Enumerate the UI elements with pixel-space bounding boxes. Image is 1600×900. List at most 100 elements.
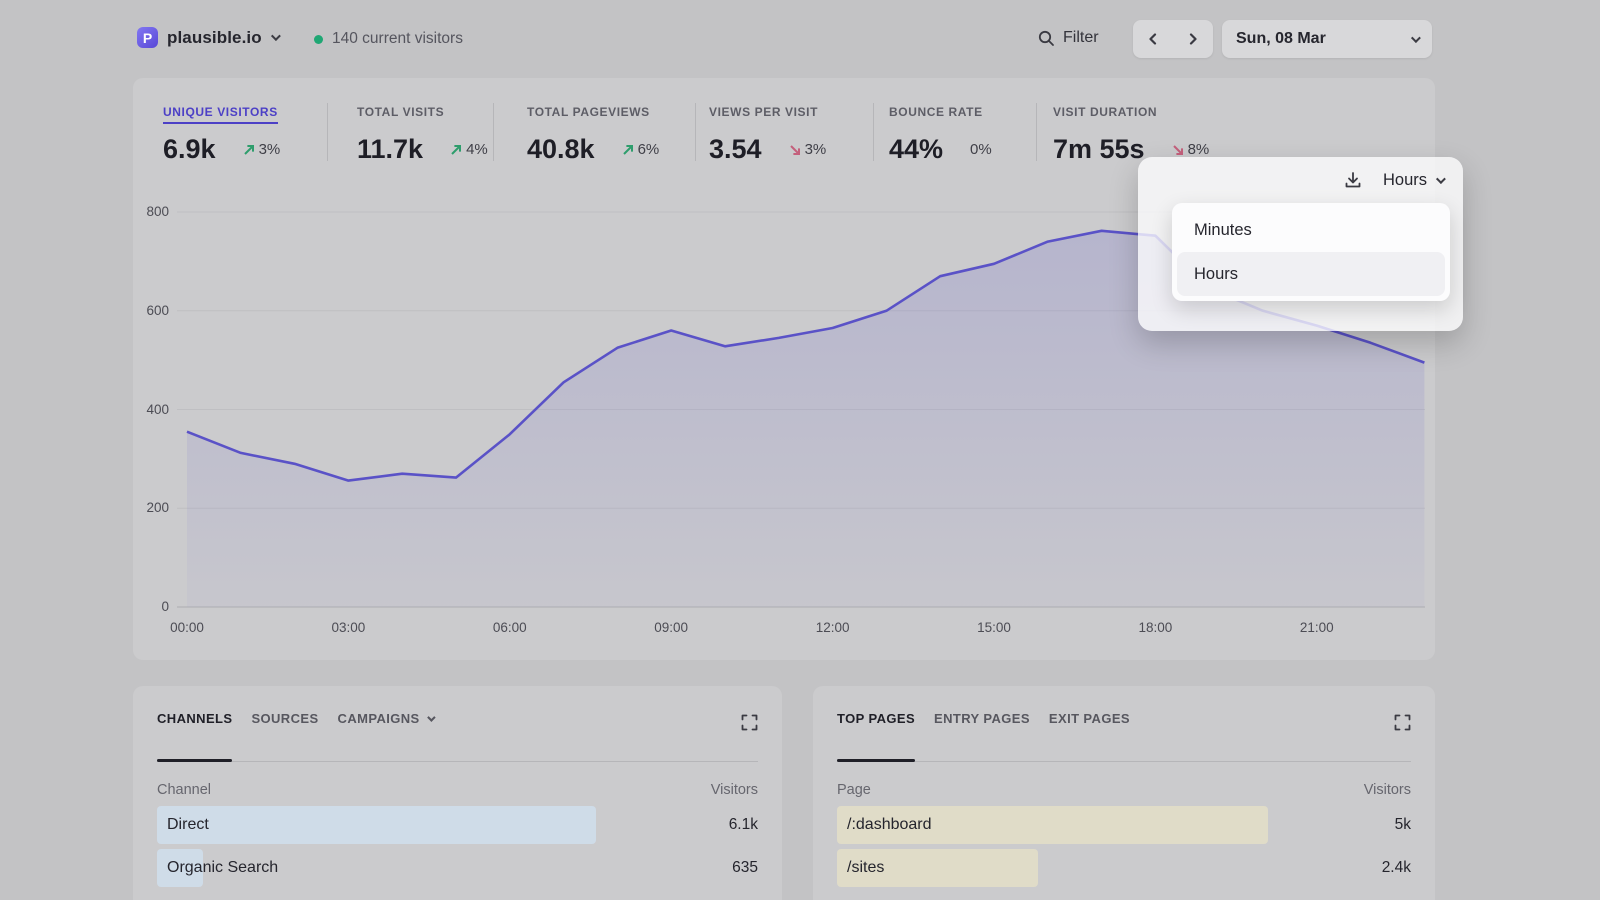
chevron-right-icon bbox=[1187, 33, 1199, 45]
site-name: plausible.io bbox=[167, 28, 262, 48]
stat-value: 3.54 bbox=[709, 134, 762, 165]
tab-campaigns[interactable]: CAMPAIGNS bbox=[338, 711, 433, 726]
stat-visit-duration[interactable]: VISIT DURATION 7m 55s 8% bbox=[1053, 103, 1209, 165]
trend-up-icon bbox=[243, 144, 255, 156]
tab-channels[interactable]: CHANNELS bbox=[157, 711, 232, 726]
x-axis-label: 09:00 bbox=[636, 620, 706, 635]
date-picker[interactable]: Sun, 08 Mar bbox=[1222, 20, 1432, 58]
stat-label: VISIT DURATION bbox=[1053, 105, 1157, 119]
x-axis-label: 18:00 bbox=[1120, 620, 1190, 635]
row-name: Direct bbox=[167, 816, 209, 834]
trend-up-icon bbox=[450, 144, 462, 156]
breakdown-row[interactable]: Organic Search 635 bbox=[157, 849, 758, 887]
row-value: 5k bbox=[1395, 816, 1411, 834]
expand-icon[interactable] bbox=[741, 714, 758, 736]
tabs-divider bbox=[157, 761, 758, 762]
stat-change: 4% bbox=[450, 141, 488, 158]
stat-change: 3% bbox=[243, 141, 281, 158]
stat-divider bbox=[695, 103, 696, 161]
interval-menu: MinutesHours bbox=[1172, 203, 1450, 301]
stat-unique-visitors[interactable]: UNIQUE VISITORS 6.9k 3% bbox=[163, 103, 280, 165]
search-icon bbox=[1038, 30, 1055, 47]
stat-value: 11.7k bbox=[357, 134, 423, 165]
row-name: /:dashboard bbox=[847, 816, 932, 834]
filter-button[interactable]: Filter bbox=[1038, 29, 1099, 47]
interval-option-minutes[interactable]: Minutes bbox=[1177, 208, 1445, 252]
stat-change: 0% bbox=[970, 141, 992, 158]
pages-panel: TOP PAGES ENTRY PAGES EXIT PAGES Page Visi… bbox=[813, 686, 1435, 900]
current-visitors[interactable]: 140 current visitors bbox=[314, 30, 463, 48]
interval-selector[interactable]: Hours bbox=[1383, 171, 1443, 190]
stat-change: 3% bbox=[789, 141, 827, 158]
stat-total-pageviews[interactable]: TOTAL PAGEVIEWS 40.8k 6% bbox=[527, 103, 659, 165]
y-axis-label: 0 bbox=[133, 599, 169, 614]
y-axis-label: 600 bbox=[133, 303, 169, 318]
download-icon[interactable] bbox=[1343, 170, 1363, 190]
row-value: 6.1k bbox=[729, 816, 758, 834]
filter-label: Filter bbox=[1063, 29, 1099, 47]
x-axis-label: 06:00 bbox=[475, 620, 545, 635]
trend-up-icon bbox=[622, 144, 634, 156]
row-name: Organic Search bbox=[167, 859, 278, 877]
stat-label: VIEWS PER VISIT bbox=[709, 105, 818, 119]
row-value: 2.4k bbox=[1382, 859, 1411, 877]
row-value: 635 bbox=[732, 859, 758, 877]
stat-value: 7m 55s bbox=[1053, 134, 1145, 165]
date-nav bbox=[1133, 20, 1213, 58]
stat-total-visits[interactable]: TOTAL VISITS 11.7k 4% bbox=[357, 103, 488, 165]
live-dot-icon bbox=[314, 35, 323, 44]
x-axis-label: 21:00 bbox=[1282, 620, 1352, 635]
row-name: /sites bbox=[847, 859, 884, 877]
y-axis-label: 400 bbox=[133, 402, 169, 417]
x-axis-label: 12:00 bbox=[798, 620, 868, 635]
tabs-divider bbox=[837, 761, 1411, 762]
tab-exit-pages[interactable]: EXIT PAGES bbox=[1049, 711, 1130, 726]
stat-divider bbox=[493, 103, 494, 161]
x-axis-label: 03:00 bbox=[313, 620, 383, 635]
plausible-logo: P bbox=[137, 27, 158, 48]
stat-divider bbox=[1036, 103, 1037, 161]
chevron-left-icon bbox=[1147, 33, 1159, 45]
x-axis-label: 15:00 bbox=[959, 620, 1029, 635]
chevron-down-icon bbox=[427, 713, 435, 721]
channels-panel: CHANNELSSOURCESCAMPAIGNS Channel Visitor… bbox=[133, 686, 782, 900]
column-header: Visitors bbox=[711, 782, 758, 798]
stat-label: UNIQUE VISITORS bbox=[163, 105, 278, 124]
prev-date-button[interactable] bbox=[1133, 20, 1173, 58]
column-header: Page bbox=[837, 782, 871, 798]
stat-label: TOTAL VISITS bbox=[357, 105, 444, 119]
current-visitors-label: 140 current visitors bbox=[332, 30, 463, 48]
site-switcher[interactable]: P plausible.io bbox=[137, 27, 278, 48]
channels-rows: Direct 6.1k Organic Search 635 bbox=[157, 806, 758, 892]
pages-tabs: TOP PAGES ENTRY PAGES EXIT PAGES bbox=[837, 711, 1130, 726]
channels-tabs: CHANNELS SOURCES CAMPAIGNS bbox=[157, 711, 433, 726]
active-tab-underline bbox=[837, 759, 915, 762]
stat-label: TOTAL PAGEVIEWS bbox=[527, 105, 650, 119]
chevron-down-icon bbox=[271, 31, 281, 41]
tab-sources[interactable]: SOURCES bbox=[251, 711, 318, 726]
top-bar: P plausible.io 140 current visitors Filt… bbox=[0, 0, 1600, 78]
next-date-button[interactable] bbox=[1173, 20, 1213, 58]
pages-rows: /:dashboard 5k /sites 2.4k bbox=[837, 806, 1411, 892]
stat-change: 6% bbox=[622, 141, 660, 158]
chevron-down-icon bbox=[1436, 174, 1446, 184]
stat-bounce-rate[interactable]: BOUNCE RATE 44% 0% bbox=[889, 103, 992, 165]
tab-entry-pages[interactable]: ENTRY PAGES bbox=[934, 711, 1030, 726]
stat-label: BOUNCE RATE bbox=[889, 105, 983, 119]
stat-views-per-visit[interactable]: VIEWS PER VISIT 3.54 3% bbox=[709, 103, 826, 165]
tab-top-pages[interactable]: TOP PAGES bbox=[837, 711, 915, 726]
stat-value: 6.9k bbox=[163, 134, 216, 165]
stat-value: 44% bbox=[889, 134, 943, 165]
date-label: Sun, 08 Mar bbox=[1236, 30, 1411, 48]
breakdown-row[interactable]: /sites 2.4k bbox=[837, 849, 1411, 887]
breakdown-row[interactable]: Direct 6.1k bbox=[157, 806, 758, 844]
chevron-down-icon bbox=[1411, 33, 1421, 43]
interval-option-hours[interactable]: Hours bbox=[1177, 252, 1445, 296]
trend-down-icon bbox=[789, 144, 801, 156]
trend-down-icon bbox=[1172, 144, 1184, 156]
expand-icon[interactable] bbox=[1394, 714, 1411, 736]
y-axis-label: 800 bbox=[133, 204, 169, 219]
column-header: Visitors bbox=[1364, 782, 1411, 798]
stat-value: 40.8k bbox=[527, 134, 595, 165]
breakdown-row[interactable]: /:dashboard 5k bbox=[837, 806, 1411, 844]
